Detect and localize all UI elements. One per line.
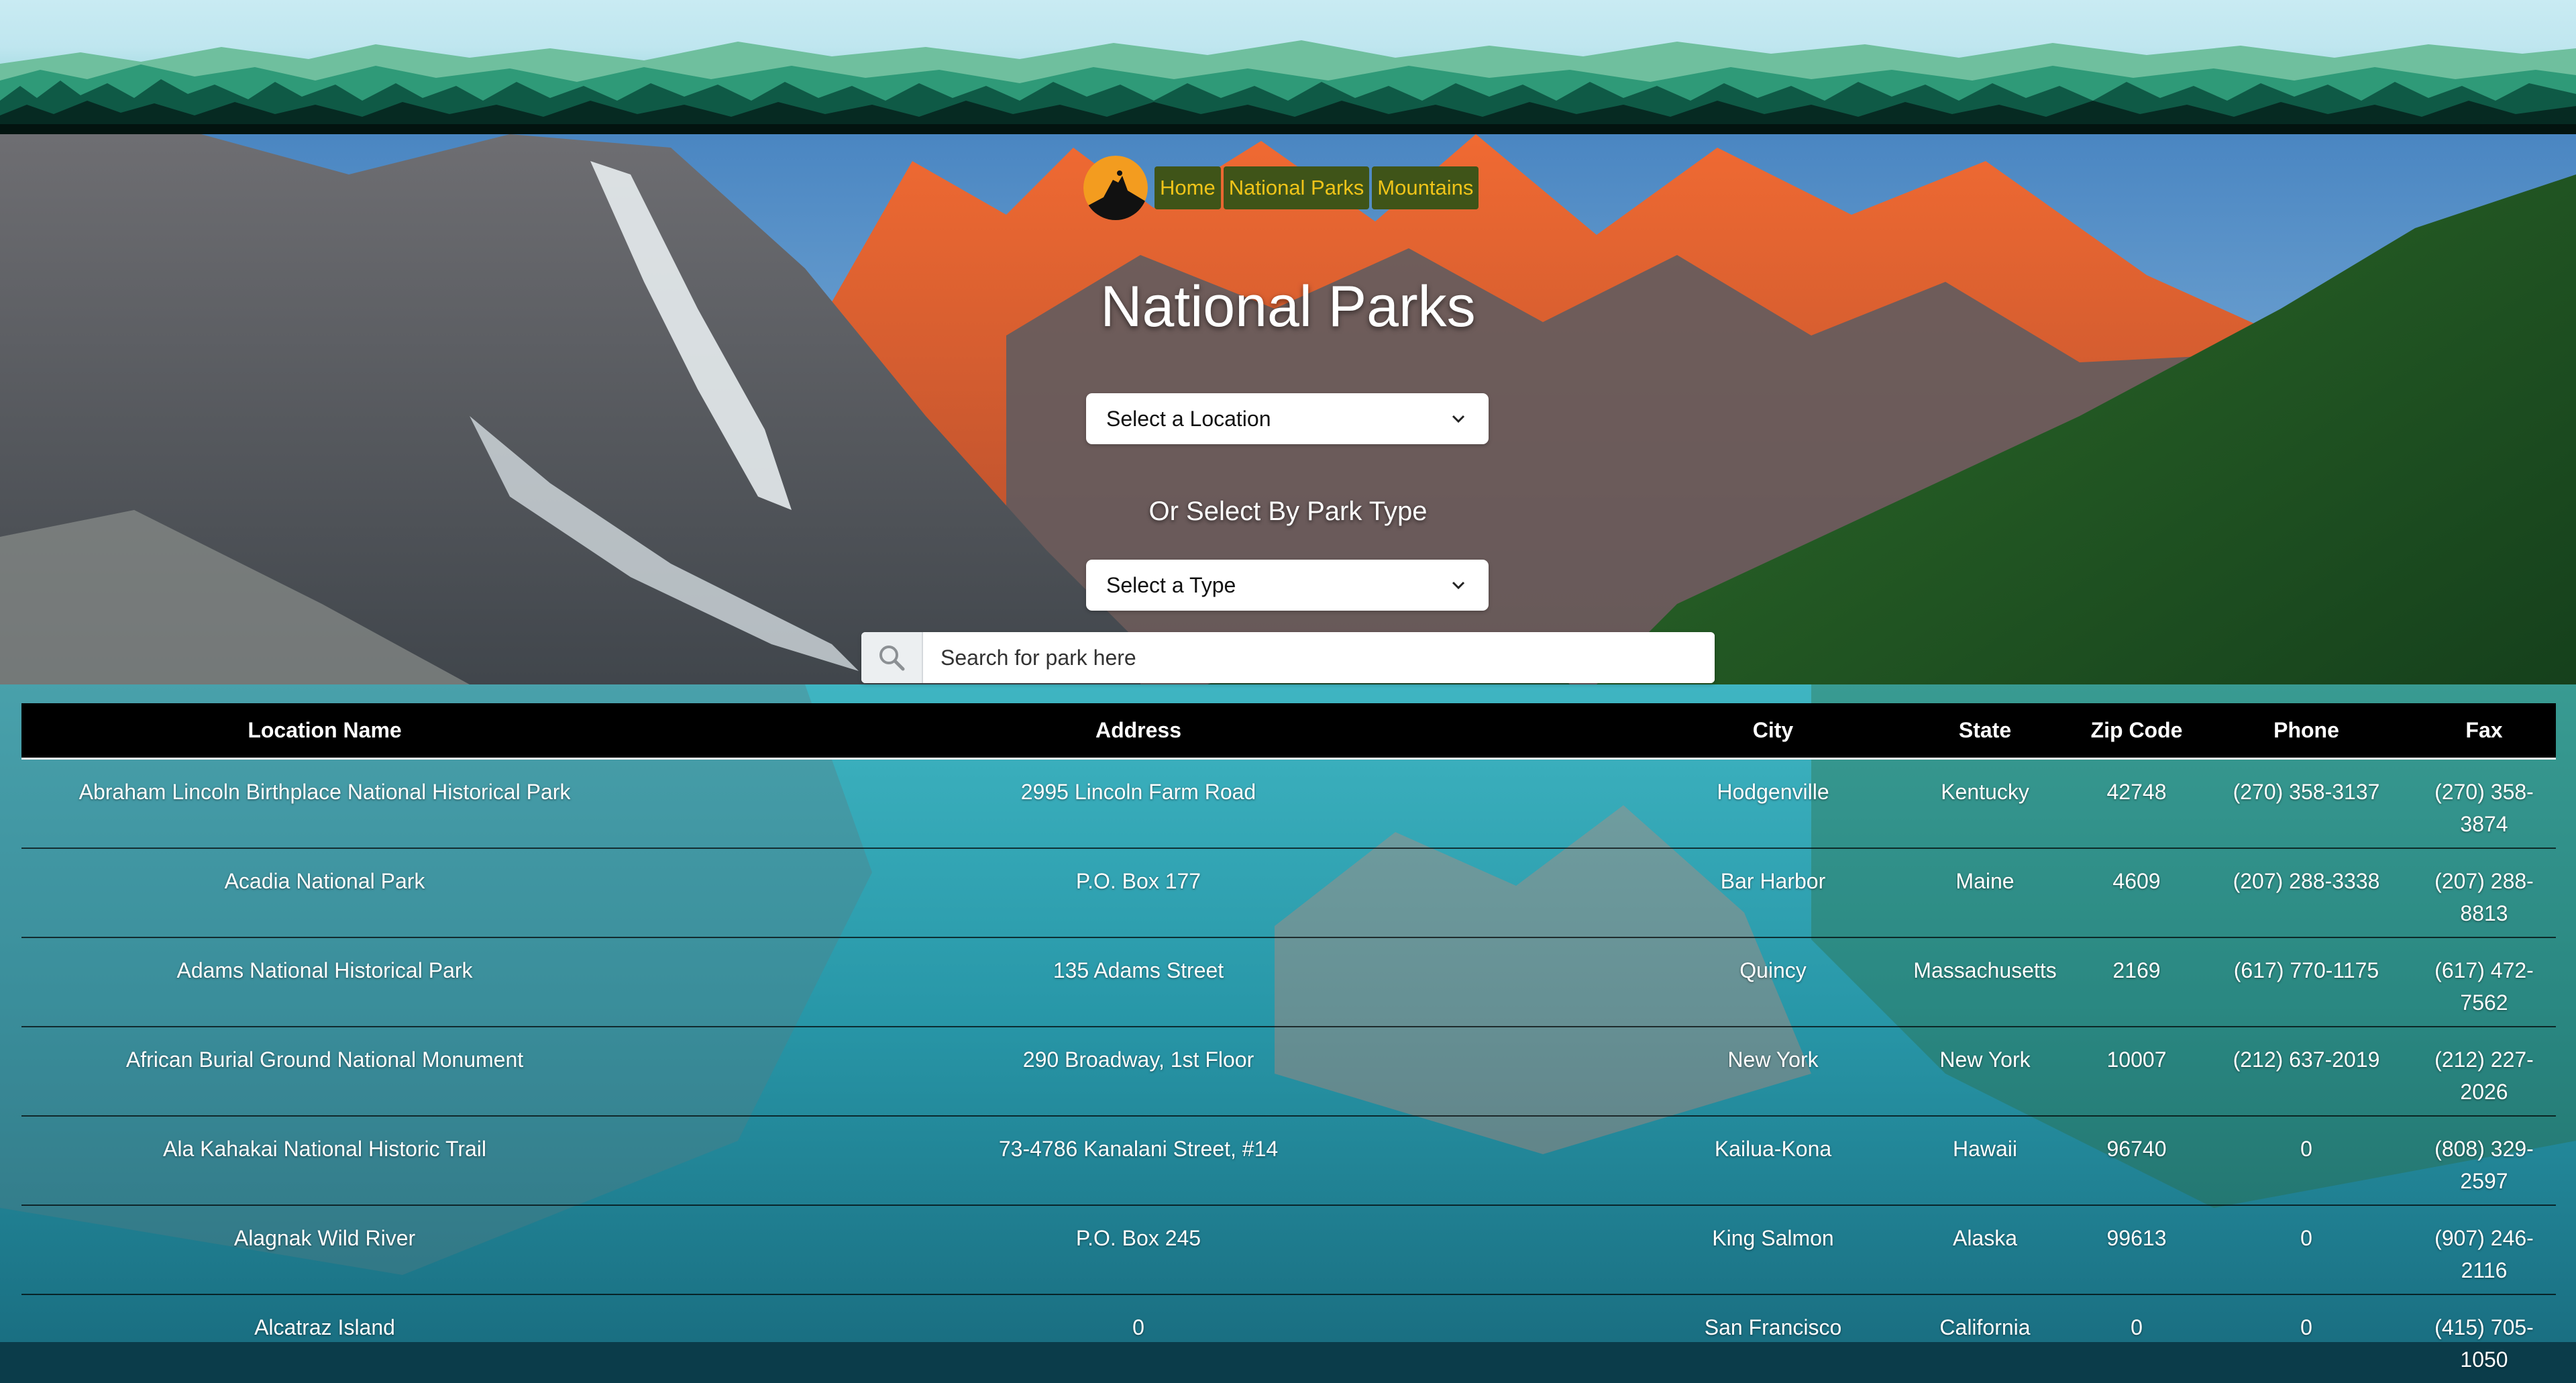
address-cell: 290 Broadway, 1st Floor [628,1025,1649,1116]
search-input[interactable] [923,634,1715,681]
zip-code-cell: 0 [2073,1293,2200,1383]
city-cell: Kailua-Kona [1649,1115,1897,1205]
phone-cell: (207) 288-3338 [2200,847,2412,937]
city-cell: Hodgenville [1649,757,1897,848]
city-cell: Quincy [1649,936,1897,1027]
nav-home-link[interactable]: Home [1155,166,1221,209]
table-row[interactable]: African Burial Ground National Monument … [21,1025,2556,1116]
fax-cell: (270) 358-3874 [2412,757,2556,848]
chevron-down-icon [1452,581,1465,590]
column-header[interactable]: City [1649,703,1897,758]
phone-cell: 0 [2200,1293,2412,1383]
fax-cell: (907) 246-2116 [2412,1204,2556,1294]
fax-cell: (212) 227-2026 [2412,1025,2556,1116]
park-type-select[interactable]: Select a Type [1086,560,1489,611]
zip-code-cell: 99613 [2073,1204,2200,1294]
state-cell: Hawaii [1897,1115,2073,1205]
location-name-cell: Alcatraz Island [21,1293,628,1383]
column-header[interactable]: Fax [2412,703,2556,758]
parks-table: Location Name Address City State Zip Cod… [21,703,2556,1383]
column-header[interactable]: State [1897,703,2073,758]
location-name-cell: Alagnak Wild River [21,1204,628,1294]
nav-national-parks-link[interactable]: National Parks [1223,166,1370,209]
address-cell: 0 [628,1293,1649,1383]
city-cell: New York [1649,1025,1897,1116]
forest-banner [0,0,2576,134]
phone-cell: 0 [2200,1204,2412,1294]
location-select-value: Select a Location [1106,406,1271,431]
table-row[interactable]: Abraham Lincoln Birthplace National Hist… [21,757,2556,848]
column-header[interactable]: Phone [2200,703,2412,758]
top-nav: Home National Parks Mountains [1083,156,1479,220]
fax-cell: (415) 705-1050 [2412,1293,2556,1383]
table-row[interactable]: Acadia National Park P.O. Box 177 Bar Ha… [21,847,2556,937]
fax-cell: (207) 288-8813 [2412,847,2556,937]
state-cell: Kentucky [1897,757,2073,848]
column-header[interactable]: Zip Code [2073,703,2200,758]
address-cell: 135 Adams Street [628,936,1649,1027]
state-cell: California [1897,1293,2073,1383]
location-select[interactable]: Select a Location [1086,393,1489,444]
zip-code-cell: 96740 [2073,1115,2200,1205]
table-row[interactable]: Adams National Historical Park 135 Adams… [21,936,2556,1027]
address-cell: P.O. Box 177 [628,847,1649,937]
zip-code-cell: 10007 [2073,1025,2200,1116]
park-type-label: Or Select By Park Type [1148,497,1428,526]
table-header-row: Location Name Address City State Zip Cod… [21,703,2556,758]
table-row[interactable]: Ala Kahakai National Historic Trail 73-4… [21,1115,2556,1205]
nav-mountains-link[interactable]: Mountains [1372,166,1479,209]
state-cell: New York [1897,1025,2073,1116]
table-row[interactable]: Alagnak Wild River P.O. Box 245 King Sal… [21,1204,2556,1294]
address-cell: 73-4786 Kanalani Street, #14 [628,1115,1649,1205]
address-cell: P.O. Box 245 [628,1204,1649,1294]
location-name-cell: Adams National Historical Park [21,936,628,1027]
state-cell: Maine [1897,847,2073,937]
location-name-cell: African Burial Ground National Monument [21,1025,628,1116]
column-header[interactable]: Address [628,703,1649,758]
search-icon[interactable] [861,632,923,683]
city-cell: King Salmon [1649,1204,1897,1294]
chevron-down-icon [1452,415,1465,423]
park-type-select-value: Select a Type [1106,572,1236,597]
search-bar [861,632,1715,683]
zip-code-cell: 2169 [2073,936,2200,1027]
state-cell: Massachusetts [1897,936,2073,1027]
column-header[interactable]: Location Name [21,703,628,758]
state-cell: Alaska [1897,1204,2073,1294]
address-cell: 2995 Lincoln Farm Road [628,757,1649,848]
phone-cell: (212) 637-2019 [2200,1025,2412,1116]
page-title: National Parks [1100,274,1476,339]
location-name-cell: Acadia National Park [21,847,628,937]
mountain-logo-icon[interactable] [1083,156,1148,220]
city-cell: Bar Harbor [1649,847,1897,937]
parks-table-container: Location Name Address City State Zip Cod… [21,703,2556,1383]
phone-cell: (617) 770-1175 [2200,936,2412,1027]
location-name-cell: Abraham Lincoln Birthplace National Hist… [21,757,628,848]
table-row[interactable]: Alcatraz Island 0 San Francisco Californ… [21,1293,2556,1383]
zip-code-cell: 42748 [2073,757,2200,848]
location-name-cell: Ala Kahakai National Historic Trail [21,1115,628,1205]
city-cell: San Francisco [1649,1293,1897,1383]
phone-cell: 0 [2200,1115,2412,1205]
phone-cell: (270) 358-3137 [2200,757,2412,848]
fax-cell: (808) 329-2597 [2412,1115,2556,1205]
zip-code-cell: 4609 [2073,847,2200,937]
fax-cell: (617) 472-7562 [2412,936,2556,1027]
